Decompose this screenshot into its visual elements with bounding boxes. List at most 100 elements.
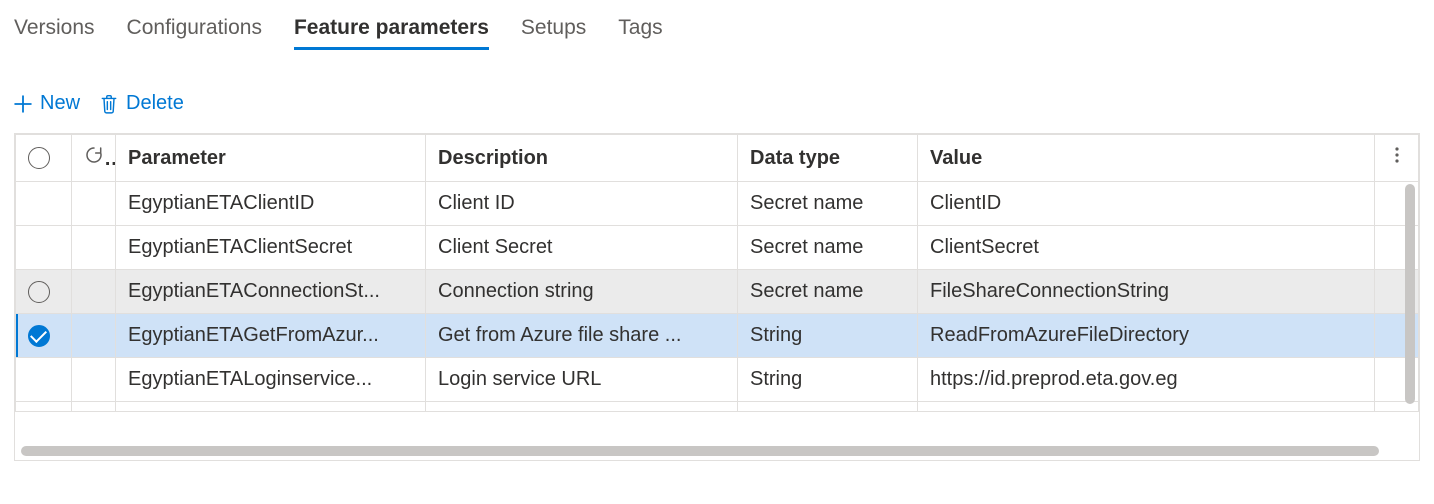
plus-icon bbox=[14, 95, 32, 113]
delete-label: Delete bbox=[126, 92, 184, 115]
col-value[interactable]: Value bbox=[918, 135, 1375, 182]
cell-text: String bbox=[750, 324, 802, 346]
table-row[interactable]: EgyptianETAGetFromAzur... Get from Azure … bbox=[16, 314, 1419, 358]
refresh-column-header[interactable] bbox=[72, 135, 116, 182]
cell-text: ClientSecret bbox=[930, 236, 1039, 258]
cell-text: Get from Azure file share ... bbox=[438, 324, 681, 346]
parameters-grid: Parameter Description Data type Value Eg… bbox=[14, 133, 1420, 461]
circle-icon bbox=[28, 281, 50, 303]
cell-parameter[interactable]: EgyptianETAClientID bbox=[116, 182, 426, 226]
horizontal-scrollbar[interactable] bbox=[17, 444, 1417, 458]
col-label: Description bbox=[438, 147, 548, 169]
cell-text: EgyptianETAConnectionSt... bbox=[128, 280, 380, 302]
cell-text: String bbox=[750, 368, 802, 390]
cell-parameter[interactable]: EgyptianETAConnectionSt... bbox=[116, 270, 426, 314]
tab-label: Configurations bbox=[127, 16, 262, 39]
cell-text: Login service URL bbox=[438, 368, 601, 390]
table-row[interactable]: EgyptianETAClientSecret Client Secret Secr… bbox=[16, 226, 1419, 270]
vertical-scroll-thumb[interactable] bbox=[1405, 184, 1415, 404]
table-row[interactable]: EgyptianETAClientID Client ID Secret name C… bbox=[16, 182, 1419, 226]
cell-description[interactable]: Client ID bbox=[426, 182, 738, 226]
cell-text: https://id.preprod.eta.gov.eg bbox=[930, 368, 1178, 390]
cell-text: EgyptianETAClientID bbox=[128, 192, 314, 214]
vertical-scrollbar[interactable] bbox=[1403, 136, 1417, 440]
clipped-cell bbox=[72, 402, 116, 412]
cell-text: Client Secret bbox=[438, 236, 553, 258]
delete-button[interactable]: Delete bbox=[100, 92, 184, 115]
table-row[interactable]: EgyptianETAConnectionSt... Connection str… bbox=[16, 270, 1419, 314]
new-button[interactable]: New bbox=[14, 92, 80, 115]
command-bar: New Delete bbox=[14, 92, 1420, 115]
cell-text: Client ID bbox=[438, 192, 515, 214]
cell-data-type[interactable]: Secret name bbox=[738, 226, 918, 270]
row-select-cell[interactable] bbox=[16, 358, 72, 402]
cell-text: ClientID bbox=[930, 192, 1001, 214]
cell-text: Secret name bbox=[750, 192, 863, 214]
cell-data-type[interactable]: Secret name bbox=[738, 182, 918, 226]
row-select-cell[interactable] bbox=[16, 314, 72, 358]
clipped-cell bbox=[918, 402, 1375, 412]
cell-parameter[interactable]: EgyptianETAGetFromAzur... bbox=[116, 314, 426, 358]
tab-configurations[interactable]: Configurations bbox=[127, 12, 262, 48]
tab-tags[interactable]: Tags bbox=[618, 12, 662, 48]
col-description[interactable]: Description bbox=[426, 135, 738, 182]
cell-description[interactable]: Client Secret bbox=[426, 226, 738, 270]
tab-label: Tags bbox=[618, 16, 662, 39]
cell-text: ReadFromAzureFileDirectory bbox=[930, 324, 1189, 346]
row-select-cell[interactable] bbox=[16, 226, 72, 270]
cell-text: EgyptianETALoginservice... bbox=[128, 368, 372, 390]
row-gutter-cell bbox=[72, 358, 116, 402]
cell-value[interactable]: ClientID bbox=[918, 182, 1375, 226]
cell-text: EgyptianETAClientSecret bbox=[128, 236, 352, 258]
clipped-cell bbox=[426, 402, 738, 412]
select-all-circle-icon bbox=[28, 147, 50, 169]
new-label: New bbox=[40, 92, 80, 115]
cell-value[interactable]: FileShareConnectionString bbox=[918, 270, 1375, 314]
tab-label: Setups bbox=[521, 16, 586, 39]
cell-value[interactable]: ReadFromAzureFileDirectory bbox=[918, 314, 1375, 358]
tab-feature-parameters[interactable]: Feature parameters bbox=[294, 12, 489, 48]
col-data-type[interactable]: Data type bbox=[738, 135, 918, 182]
cell-description[interactable]: Login service URL bbox=[426, 358, 738, 402]
cell-text: EgyptianETAGetFromAzur... bbox=[128, 324, 379, 346]
tab-versions[interactable]: Versions bbox=[14, 12, 95, 48]
cell-value[interactable]: ClientSecret bbox=[918, 226, 1375, 270]
cell-text: FileShareConnectionString bbox=[930, 280, 1169, 302]
cell-text: Connection string bbox=[438, 280, 594, 302]
col-label: Value bbox=[930, 147, 982, 169]
checkmark-circle-icon bbox=[28, 325, 50, 347]
grid-header-row: Parameter Description Data type Value bbox=[16, 135, 1419, 182]
table-row-clipped bbox=[16, 402, 1419, 412]
trash-icon bbox=[100, 94, 118, 114]
row-gutter-cell bbox=[72, 182, 116, 226]
cell-description[interactable]: Get from Azure file share ... bbox=[426, 314, 738, 358]
row-select-cell[interactable] bbox=[16, 270, 72, 314]
tab-bar: Versions Configurations Feature paramete… bbox=[14, 12, 1420, 52]
col-label: Data type bbox=[750, 147, 840, 169]
tab-label: Feature parameters bbox=[294, 16, 489, 39]
select-all-cell[interactable] bbox=[16, 135, 72, 182]
clipped-cell bbox=[16, 402, 72, 412]
horizontal-scroll-thumb[interactable] bbox=[21, 446, 1379, 456]
row-select-cell[interactable] bbox=[16, 182, 72, 226]
clipped-cell bbox=[738, 402, 918, 412]
cell-data-type[interactable]: String bbox=[738, 314, 918, 358]
tab-setups[interactable]: Setups bbox=[521, 12, 586, 48]
row-gutter-cell bbox=[72, 226, 116, 270]
row-gutter-cell bbox=[72, 314, 116, 358]
cell-description[interactable]: Connection string bbox=[426, 270, 738, 314]
row-gutter-cell bbox=[72, 270, 116, 314]
cell-value[interactable]: https://id.preprod.eta.gov.eg bbox=[918, 358, 1375, 402]
cell-data-type[interactable]: Secret name bbox=[738, 270, 918, 314]
clipped-cell bbox=[116, 402, 426, 412]
table-row[interactable]: EgyptianETALoginservice... Login service … bbox=[16, 358, 1419, 402]
cell-parameter[interactable]: EgyptianETAClientSecret bbox=[116, 226, 426, 270]
col-label: Parameter bbox=[128, 147, 226, 169]
refresh-icon bbox=[84, 145, 104, 171]
col-parameter[interactable]: Parameter bbox=[116, 135, 426, 182]
cell-data-type[interactable]: String bbox=[738, 358, 918, 402]
cell-text: Secret name bbox=[750, 236, 863, 258]
cell-parameter[interactable]: EgyptianETALoginservice... bbox=[116, 358, 426, 402]
cell-text: Secret name bbox=[750, 280, 863, 302]
tab-label: Versions bbox=[14, 16, 95, 39]
